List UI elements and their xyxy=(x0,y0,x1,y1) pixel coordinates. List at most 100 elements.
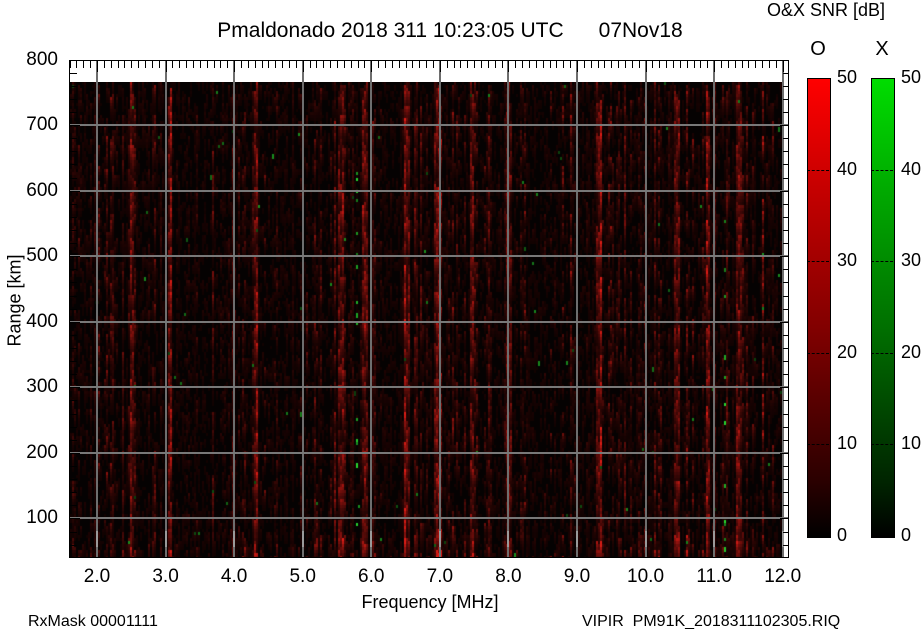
x-minor-tick xyxy=(426,61,428,68)
x-minor-tick xyxy=(611,61,613,68)
x-minor-tick xyxy=(638,61,640,68)
colorbar-tick-label: 50 xyxy=(837,67,858,87)
x-minor-tick xyxy=(282,61,284,68)
y-right-tick xyxy=(782,479,789,481)
x-minor-tick xyxy=(501,61,503,68)
y-left-tick xyxy=(70,125,80,127)
x-tick-label: 3.0 xyxy=(152,566,179,587)
x-minor-tick xyxy=(755,61,757,68)
y-left-tick xyxy=(70,177,77,179)
x-minor-tick xyxy=(412,61,414,68)
x-minor-tick xyxy=(336,61,338,68)
y-left-tick xyxy=(70,98,77,100)
y-right-tick xyxy=(782,466,789,468)
y-right-tick xyxy=(779,321,789,323)
x-minor-tick xyxy=(323,61,325,68)
x-minor-tick xyxy=(384,61,386,68)
x-tick-label: 8.0 xyxy=(495,566,522,587)
y-tick-label: 700 xyxy=(26,114,58,136)
x-minor-tick xyxy=(227,61,229,68)
x-minor-tick xyxy=(391,61,393,68)
plot-frame xyxy=(69,60,789,558)
y-right-tick xyxy=(782,426,789,428)
y-right-tick xyxy=(782,229,789,231)
x-minor-tick xyxy=(124,61,126,68)
x-minor-tick xyxy=(652,61,654,68)
x-minor-tick xyxy=(467,61,469,68)
x-minor-tick xyxy=(103,61,105,68)
y-left-tick xyxy=(70,229,77,231)
y-right-tick xyxy=(782,98,789,100)
x-minor-tick xyxy=(734,61,736,68)
x-minor-tick xyxy=(624,61,626,68)
colorbar-tick-label: 20 xyxy=(901,341,922,362)
y-left-tick xyxy=(70,374,77,376)
y-right-tick xyxy=(782,269,789,271)
y-left-tick xyxy=(70,400,77,402)
y-left-tick xyxy=(70,151,77,153)
colorbar-tick-label: 0 xyxy=(837,525,848,545)
x-minor-tick xyxy=(556,61,558,68)
y-right-tick xyxy=(782,374,789,376)
x-minor-tick xyxy=(775,61,777,68)
x-minor-tick xyxy=(371,61,373,72)
x-minor-tick xyxy=(117,61,119,68)
y-right-tick xyxy=(782,85,789,87)
x-tick-label: 5.0 xyxy=(289,566,316,587)
x-minor-tick xyxy=(542,61,544,68)
y-right-tick xyxy=(782,492,789,494)
x-minor-tick xyxy=(405,61,407,68)
x-minor-tick xyxy=(522,61,524,68)
x-minor-tick xyxy=(474,61,476,68)
y-left-tick xyxy=(70,216,77,218)
y-right-tick xyxy=(782,111,789,113)
x-minor-tick xyxy=(419,61,421,68)
x-minor-tick xyxy=(165,61,167,72)
x-minor-tick xyxy=(288,61,290,68)
x-tick-label: 2.0 xyxy=(83,566,111,587)
x-minor-tick xyxy=(316,61,318,68)
y-left-tick xyxy=(70,269,77,271)
y-left-tick xyxy=(70,531,77,533)
x-minor-tick xyxy=(357,61,359,68)
colorbar-tick-label: 30 xyxy=(901,250,922,271)
colorbar-tick-label: 20 xyxy=(837,341,858,362)
x-minor-tick xyxy=(528,61,530,68)
x-minor-tick xyxy=(494,61,496,68)
x-minor-tick xyxy=(220,61,222,68)
y-right-tick xyxy=(782,544,789,546)
x-minor-tick xyxy=(213,61,215,68)
y-left-tick xyxy=(70,518,80,520)
x-minor-tick xyxy=(439,61,441,72)
x-minor-tick xyxy=(350,61,352,68)
y-left-tick xyxy=(70,282,77,284)
y-right-tick xyxy=(782,243,789,245)
x-tick-label: 6.0 xyxy=(358,566,385,587)
x-minor-tick xyxy=(666,61,668,68)
x-minor-tick xyxy=(261,61,263,68)
y-right-tick xyxy=(782,151,789,153)
x-minor-tick xyxy=(446,61,448,68)
y-left-tick xyxy=(70,387,80,389)
y-left-tick xyxy=(70,361,77,363)
y-left-tick xyxy=(70,190,80,192)
colorbar-tick-dash xyxy=(871,261,893,263)
plot-title: Pmaldonado 2018 311 10:23:05 UTC 07Nov18 xyxy=(217,19,683,42)
y-tick-label: 200 xyxy=(26,441,58,463)
ionogram-figure: Pmaldonado 2018 311 10:23:05 UTC 07Nov18… xyxy=(0,0,922,636)
x-tick-label: 12.0 xyxy=(764,566,802,587)
x-minor-tick xyxy=(432,61,434,68)
rxmask-text: RxMask 00001111 xyxy=(28,613,158,630)
y-left-tick xyxy=(70,138,77,140)
y-right-tick xyxy=(782,295,789,297)
x-minor-tick xyxy=(206,61,208,68)
x-minor-tick xyxy=(83,61,85,68)
y-right-tick xyxy=(779,452,789,454)
x-minor-tick xyxy=(192,61,194,68)
x-minor-tick xyxy=(97,61,98,72)
x-minor-tick xyxy=(714,61,716,72)
x-minor-tick xyxy=(76,61,78,68)
y-right-tick xyxy=(782,348,789,349)
x-minor-tick xyxy=(535,61,537,68)
x-minor-tick xyxy=(158,61,160,68)
